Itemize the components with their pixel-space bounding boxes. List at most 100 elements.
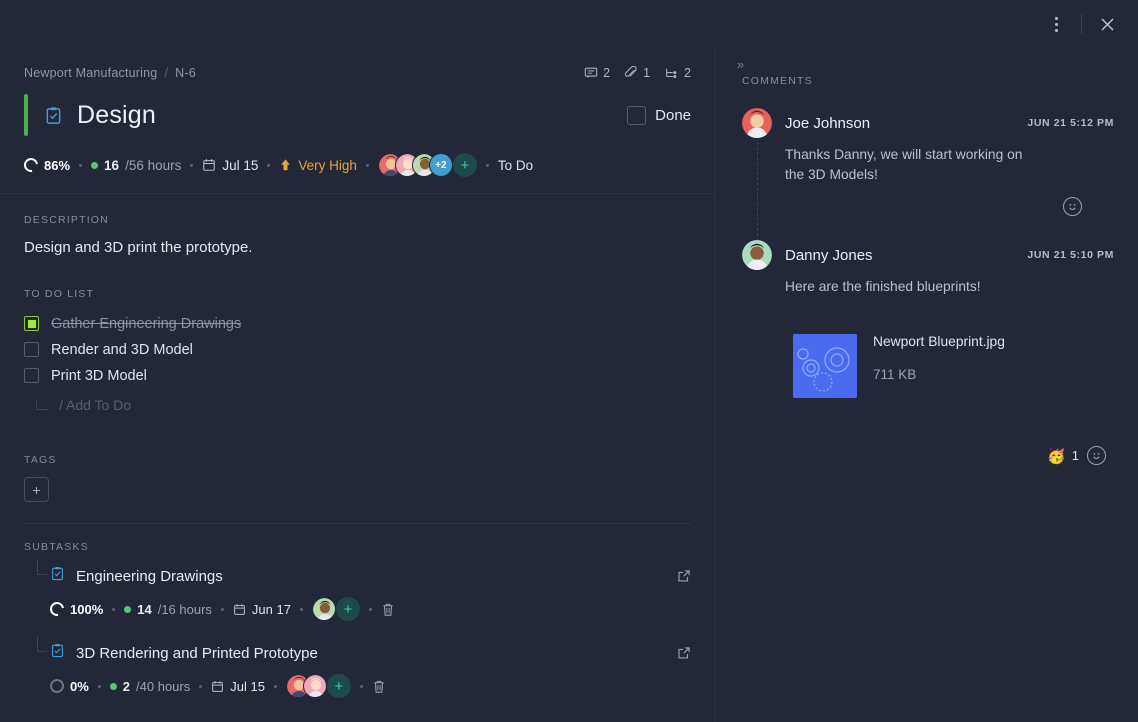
todo-checkbox[interactable] [24,342,39,357]
add-assignee-button[interactable]: + [336,597,360,621]
todo-item[interactable]: Render and 3D Model [24,337,691,362]
hours-total: /40 hours [136,679,190,694]
comment-item: Danny Jones JUN 21 5:10 PM Here are the … [716,240,1138,297]
hours-attribute[interactable]: 2 /40 hours [110,679,190,694]
todo-item-label: Gather Engineering Drawings [51,316,241,332]
breadcrumb-task-id[interactable]: N-6 [175,66,196,80]
hours-attribute[interactable]: 16 /56 hours [91,158,181,173]
due-date-value: Jul 15 [222,158,258,173]
breadcrumb: Newport Manufacturing / N-6 [24,66,196,80]
comment-count-value: 2 [603,66,610,80]
attr-dot [486,164,489,167]
assignees-attribute[interactable]: + [286,674,351,698]
attr-dot [274,685,277,688]
due-date-attribute[interactable]: Jul 15 [202,158,258,173]
progress-attribute[interactable]: 0% [50,679,89,694]
add-reaction-button[interactable] [1063,197,1082,216]
add-reaction-button[interactable] [1087,446,1106,465]
hours-attribute[interactable]: 14 /16 hours [124,602,212,617]
progress-ring-icon [47,676,66,695]
add-tag-button[interactable]: + [24,477,49,502]
attr-dot [369,608,372,611]
open-subtask-button[interactable] [677,646,691,660]
attr-dot [221,608,224,611]
tags-section: TAGS + [0,418,715,524]
breadcrumb-project[interactable]: Newport Manufacturing [24,66,157,80]
avatar[interactable] [312,597,336,621]
progress-value: 100% [70,602,103,617]
done-toggle[interactable]: Done [627,106,691,125]
todo-item[interactable]: Gather Engineering Drawings [24,311,691,336]
add-assignee-button[interactable]: + [453,153,477,177]
subtask-attributes: 0% 2 /40 hours [24,674,691,698]
collapse-panel-button[interactable]: » [727,51,753,77]
attr-dot [366,164,369,167]
attachment-info: Newport Blueprint.jpg 711 KB [873,334,1005,382]
hours-total: /16 hours [158,602,212,617]
comment-author: Joe Johnson [785,115,870,132]
assignees-attribute[interactable]: + [312,597,360,621]
progress-attribute[interactable]: 86% [24,158,70,173]
attr-dot [112,608,115,611]
comment-timestamp: JUN 21 5:10 PM [1027,249,1114,261]
priority-attribute[interactable]: Very High [279,158,357,173]
done-checkbox[interactable] [627,106,646,125]
time-status-dot-icon [124,606,131,613]
avatar-overflow-count[interactable]: +2 [429,153,453,177]
page-title: Design [77,101,156,130]
description-text[interactable]: Design and 3D print the prototype. [24,239,691,256]
progress-value: 0% [70,679,89,694]
assignees-attribute[interactable]: +2 + [378,153,477,177]
todo-item[interactable]: Print 3D Model [24,363,691,388]
subtask-count[interactable]: 2 [664,66,691,80]
more-options-button[interactable] [1039,7,1073,41]
due-date-attribute[interactable]: Jun 17 [233,602,291,617]
attachment-count-value: 1 [643,66,650,80]
smiley-icon [1066,200,1079,213]
add-todo-input[interactable]: / Add To Do [24,392,691,418]
reaction-count: 1 [1072,448,1079,463]
reaction-chip[interactable]: 🥳 1 [1047,447,1079,465]
external-link-icon [677,646,691,660]
time-status-dot-icon [110,683,117,690]
attachment-name[interactable]: Newport Blueprint.jpg [873,334,1005,349]
subtask-title[interactable]: Engineering Drawings [76,568,223,585]
external-link-icon [677,569,691,583]
calendar-icon [202,158,216,172]
branch-corner-icon [36,401,49,410]
window-body: Newport Manufacturing / N-6 2 [0,48,1138,722]
comment-header: Joe Johnson JUN 21 5:12 PM [742,108,1114,138]
comment-thread-line [757,142,758,246]
subtask-title[interactable]: 3D Rendering and Printed Prototype [76,645,318,662]
subtask-row: Engineering Drawings 100% [24,566,691,621]
attr-dot [267,164,270,167]
comments-panel: » COMMENTS Joe Johnson JUN 21 5:12 PM Th… [716,48,1138,722]
close-icon [1100,17,1115,32]
close-button[interactable] [1090,7,1124,41]
progress-attribute[interactable]: 100% [50,602,103,617]
open-subtask-button[interactable] [677,569,691,583]
smiley-icon [1090,449,1103,462]
attr-dot [300,608,303,611]
add-assignee-button[interactable]: + [327,674,351,698]
subtask-row: 3D Rendering and Printed Prototype [24,643,691,698]
todo-checkbox[interactable] [24,316,39,331]
attachment-thumbnail[interactable] [793,334,857,398]
delete-subtask-button[interactable] [372,679,386,694]
avatar[interactable] [303,674,327,698]
todo-checkbox[interactable] [24,368,39,383]
task-header: Newport Manufacturing / N-6 2 [0,48,715,194]
avatar[interactable] [742,108,772,138]
comment-count[interactable]: 2 [584,66,610,80]
task-meta-counts: 2 1 [584,66,691,80]
attr-dot [98,685,101,688]
priority-up-arrow-icon [279,158,292,172]
todo-label: TO DO LIST [24,288,691,300]
attachment-count[interactable]: 1 [624,66,650,80]
avatar[interactable] [742,240,772,270]
status-attribute[interactable]: To Do [498,158,533,173]
comment-item: Joe Johnson JUN 21 5:12 PM Thanks Danny,… [716,108,1138,216]
comment-reaction-row [742,197,1114,216]
due-date-attribute[interactable]: Jul 15 [211,679,265,694]
delete-subtask-button[interactable] [381,602,395,617]
